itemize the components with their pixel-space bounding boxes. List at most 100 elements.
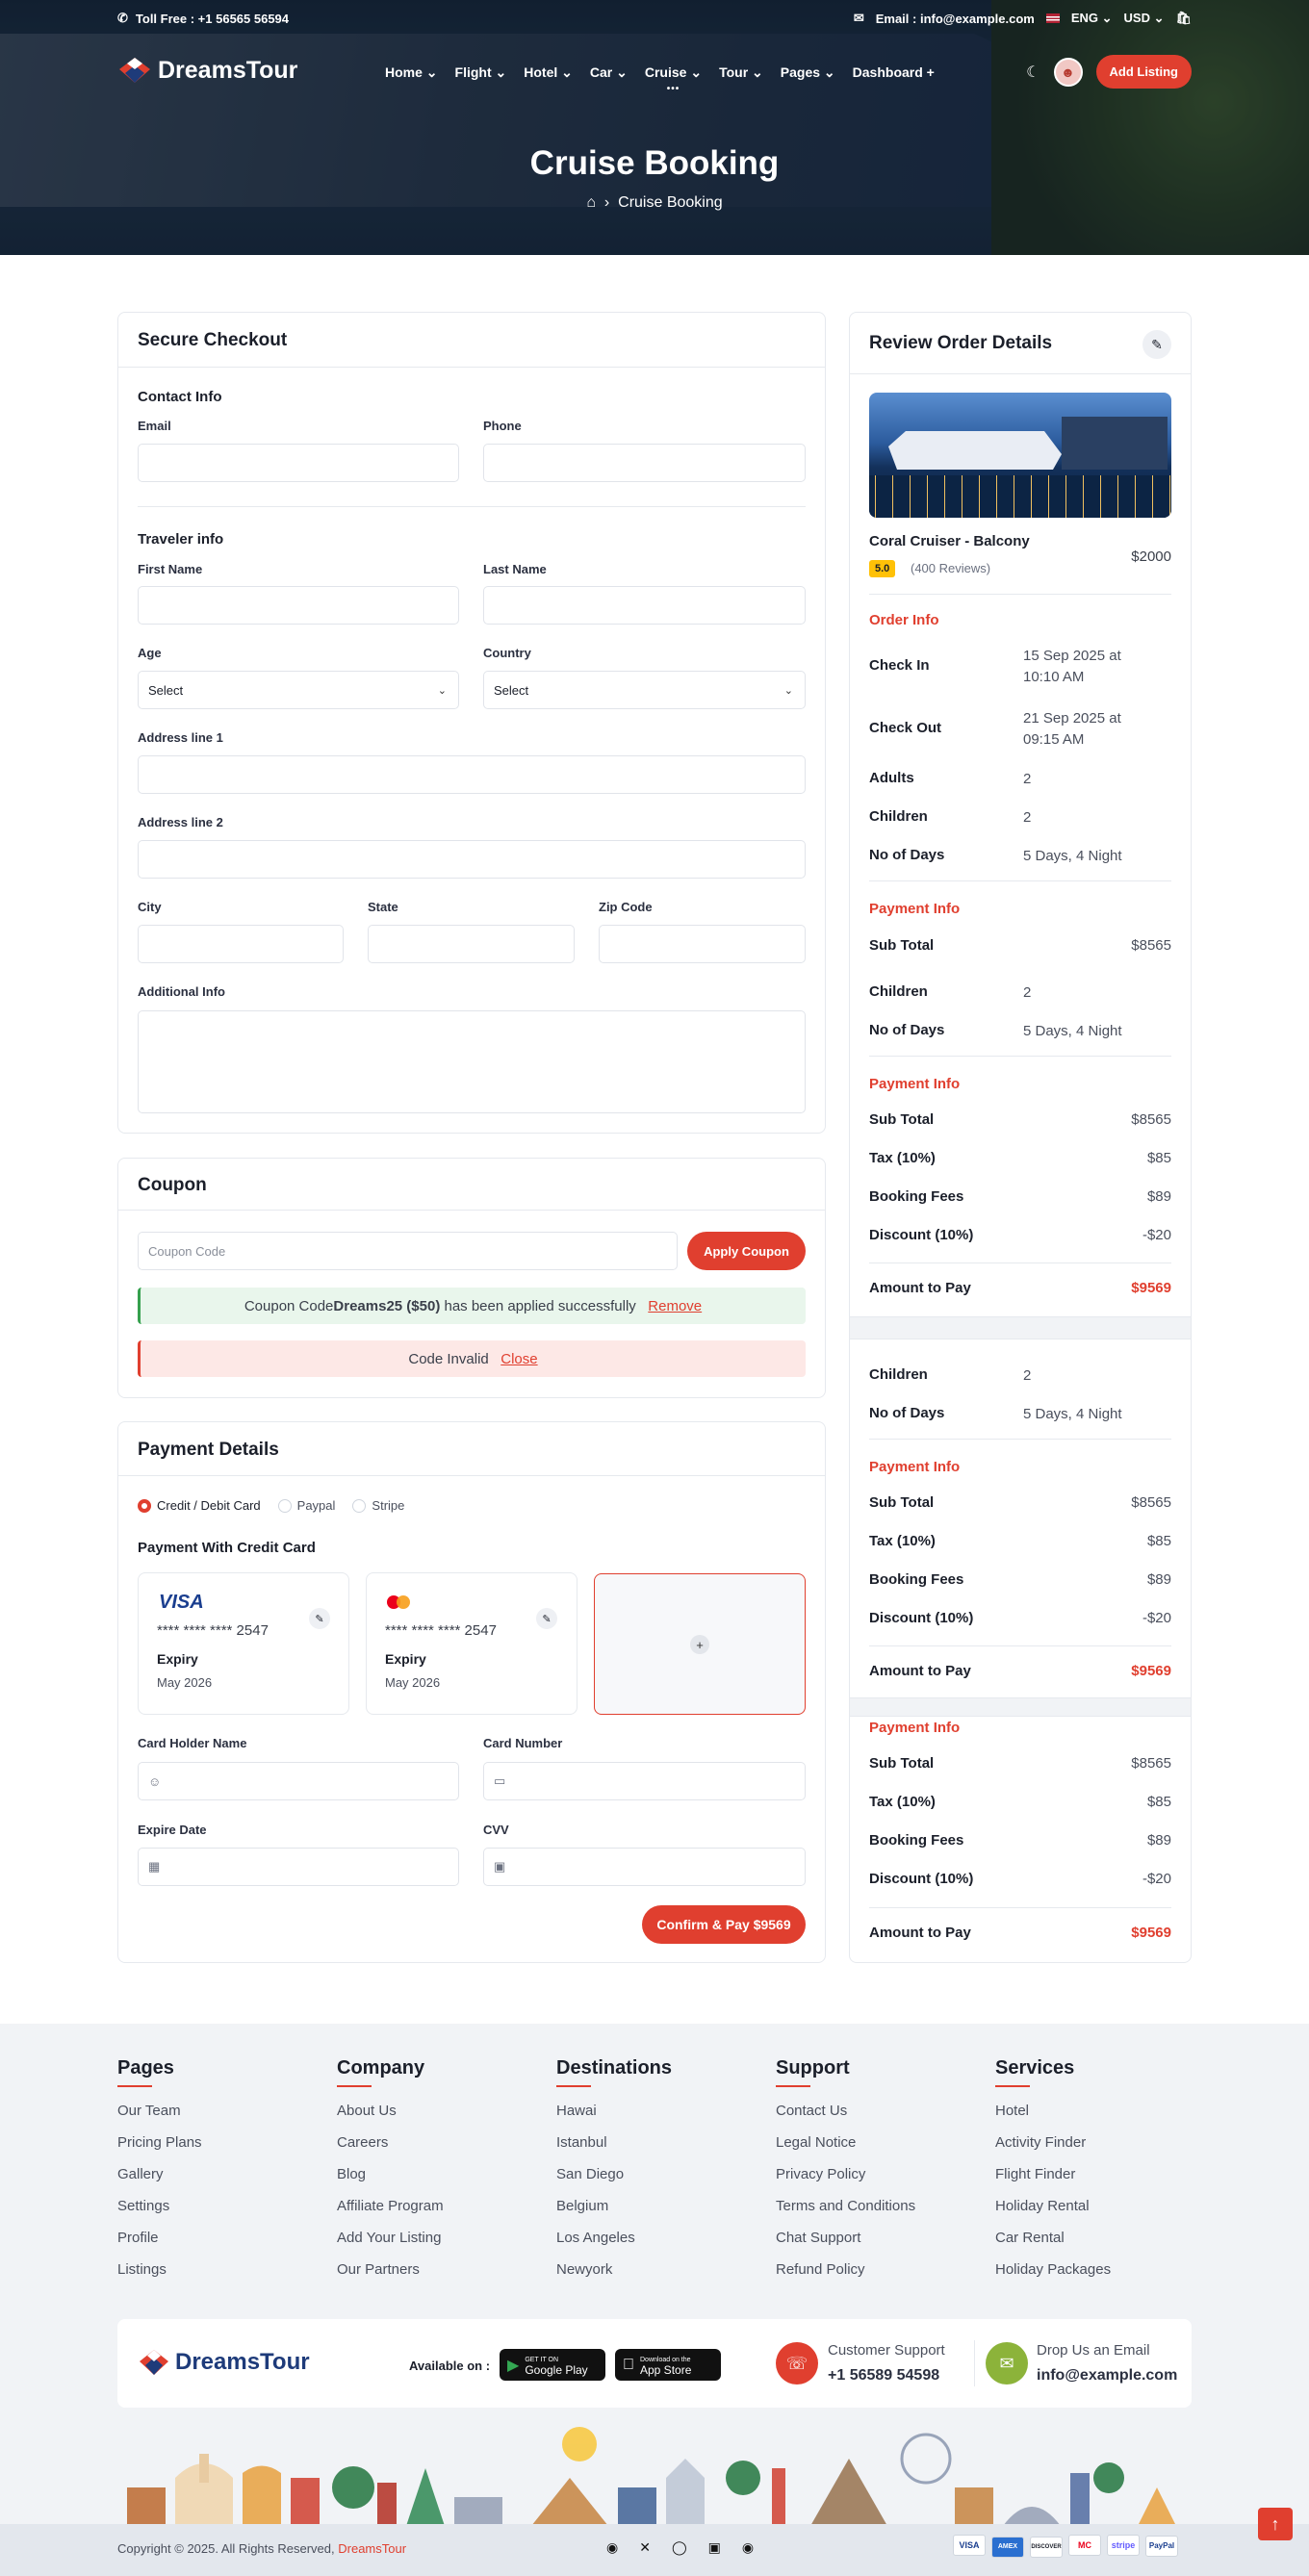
nav-item-home[interactable]: Home ⌄: [385, 64, 438, 81]
footer-link[interactable]: Privacy Policy: [776, 2166, 915, 2182]
email-label: Email: [138, 419, 171, 433]
footer-link[interactable]: About Us: [337, 2103, 444, 2119]
back-to-top-button[interactable]: ↑: [1258, 2508, 1293, 2540]
dark-mode-icon[interactable]: ☾: [1026, 63, 1040, 82]
zip-field[interactable]: [599, 925, 806, 963]
footer-link[interactable]: Flight Finder: [995, 2166, 1111, 2182]
footer-link[interactable]: Pricing Plans: [117, 2134, 202, 2151]
footer-link[interactable]: Profile: [117, 2230, 202, 2246]
avatar[interactable]: ☻: [1053, 57, 1083, 87]
cvv-field[interactable]: ▣: [483, 1848, 806, 1886]
first-name-field[interactable]: [138, 586, 459, 625]
mastercard-icon: MC: [1068, 2535, 1101, 2556]
card-holder-field[interactable]: ☺: [138, 1762, 459, 1800]
city-field[interactable]: [138, 925, 344, 963]
footer-link[interactable]: Our Partners: [337, 2261, 444, 2278]
nav-item-tour[interactable]: Tour ⌄: [719, 64, 763, 81]
stripe-icon: stripe: [1107, 2535, 1140, 2556]
footer-link[interactable]: Newyork: [556, 2261, 672, 2278]
expire-date-field[interactable]: ▦: [138, 1848, 459, 1886]
footer-link[interactable]: Istanbul: [556, 2134, 672, 2151]
subtotal-label: Sub Total: [869, 1755, 935, 1772]
apply-coupon-button[interactable]: Apply Coupon: [687, 1232, 806, 1270]
x-icon[interactable]: ✕: [639, 2539, 651, 2556]
instagram-icon[interactable]: ◯: [672, 2539, 687, 2556]
footer-link[interactable]: Listings: [117, 2261, 202, 2278]
footer-link[interactable]: Blog: [337, 2166, 444, 2182]
footer-link[interactable]: Holiday Rental: [995, 2198, 1111, 2214]
country-select[interactable]: Select ⌄: [483, 671, 806, 709]
footer-link[interactable]: Our Team: [117, 2103, 202, 2119]
edit-icon[interactable]: ✎: [309, 1608, 330, 1629]
add-listing-button[interactable]: Add Listing: [1095, 55, 1192, 89]
payment-info-title: Payment Info: [869, 1076, 961, 1092]
nav-item-car[interactable]: Car ⌄: [590, 64, 628, 81]
address2-field[interactable]: [138, 840, 806, 879]
footer-link[interactable]: Holiday Packages: [995, 2261, 1111, 2278]
confirm-pay-button[interactable]: Confirm & Pay $9569: [642, 1905, 806, 1944]
home-icon[interactable]: ⌂: [586, 194, 596, 211]
topbar-email[interactable]: Email : info@example.com: [876, 12, 1035, 26]
plus-icon[interactable]: +: [690, 1635, 709, 1654]
support-phone[interactable]: +1 56589 54598: [828, 2367, 939, 2385]
footer-link[interactable]: Terms and Conditions: [776, 2198, 915, 2214]
footer-link[interactable]: Chat Support: [776, 2230, 915, 2246]
footer-logo[interactable]: DreamsTour: [138, 2348, 310, 2377]
nav-item-pages[interactable]: Pages ⌄: [781, 64, 835, 81]
footer-link[interactable]: San Diego: [556, 2166, 672, 2182]
language-selector[interactable]: ENG ⌄: [1071, 11, 1113, 26]
app-store-button[interactable]:  Download on theApp Store: [615, 2349, 721, 2381]
footer-link[interactable]: Gallery: [117, 2166, 202, 2182]
footer-col-services: Services Hotel Activity Finder Flight Fi…: [995, 2057, 1112, 2278]
footer-link[interactable]: Belgium: [556, 2198, 672, 2214]
edit-icon[interactable]: ✎: [536, 1608, 557, 1629]
remove-coupon-link[interactable]: Remove: [648, 1298, 702, 1314]
card-number-field[interactable]: ▭: [483, 1762, 806, 1800]
nav-item-flight[interactable]: Flight ⌄: [455, 64, 507, 81]
nav-item-dashboard[interactable]: Dashboard +: [853, 64, 935, 81]
radio-stripe[interactable]: Stripe: [352, 1498, 404, 1513]
footer-link[interactable]: Refund Policy: [776, 2261, 915, 2278]
footer-link[interactable]: Careers: [337, 2134, 444, 2151]
footer-link[interactable]: Contact Us: [776, 2103, 915, 2119]
radio-card[interactable]: Credit / Debit Card: [138, 1498, 261, 1513]
additional-info-textarea[interactable]: [138, 1010, 806, 1113]
pinterest-icon[interactable]: ◉: [742, 2539, 754, 2556]
google-play-button[interactable]: ▶ GET IT ON Google Play: [500, 2349, 605, 2381]
footer-link[interactable]: Los Angeles: [556, 2230, 672, 2246]
linkedin-icon[interactable]: ▣: [708, 2539, 721, 2556]
nav-item-cruise[interactable]: Cruise ⌄ •••: [645, 64, 702, 94]
header-logo[interactable]: DreamsTour: [117, 56, 297, 85]
footer-link[interactable]: Affiliate Program: [337, 2198, 444, 2214]
tax-label: Tax (10%): [869, 1794, 936, 1810]
address1-field[interactable]: [138, 755, 806, 794]
facebook-icon[interactable]: ◉: [606, 2539, 618, 2556]
radio-paypal[interactable]: Paypal: [277, 1498, 335, 1513]
nav-item-hotel[interactable]: Hotel ⌄: [524, 64, 573, 81]
support-label: Customer Support: [828, 2342, 945, 2359]
footer-link[interactable]: Activity Finder: [995, 2134, 1111, 2151]
cart-icon[interactable]: 🛍: [1175, 11, 1192, 26]
footer-link[interactable]: Hotel: [995, 2103, 1111, 2119]
city-label: City: [138, 900, 162, 914]
email-field[interactable]: [138, 444, 459, 482]
phone-field[interactable]: [483, 444, 806, 482]
last-name-field[interactable]: [483, 586, 806, 625]
currency-selector[interactable]: USD ⌄: [1124, 11, 1165, 26]
edit-order-icon[interactable]: ✎: [1142, 330, 1171, 359]
footer-link[interactable]: Car Rental: [995, 2230, 1111, 2246]
expire-date-label: Expire Date: [138, 1823, 207, 1837]
footer-link[interactable]: Hawai: [556, 2103, 672, 2119]
age-select[interactable]: Select ⌄: [138, 671, 459, 709]
footer-link[interactable]: Legal Notice: [776, 2134, 915, 2151]
coupon-input[interactable]: Coupon Code: [138, 1232, 678, 1270]
state-field[interactable]: [368, 925, 575, 963]
amount-value: $9569: [1131, 1925, 1171, 1941]
close-alert-link[interactable]: Close: [500, 1351, 537, 1367]
discount-label: Discount (10%): [869, 1227, 974, 1243]
footer-email[interactable]: info@example.com: [1037, 2367, 1177, 2385]
visa-logo: VISA: [159, 1592, 204, 1613]
copyright-brand-link[interactable]: DreamsTour: [338, 2541, 406, 2556]
footer-link[interactable]: Add Your Listing: [337, 2230, 444, 2246]
footer-link[interactable]: Settings: [117, 2198, 202, 2214]
